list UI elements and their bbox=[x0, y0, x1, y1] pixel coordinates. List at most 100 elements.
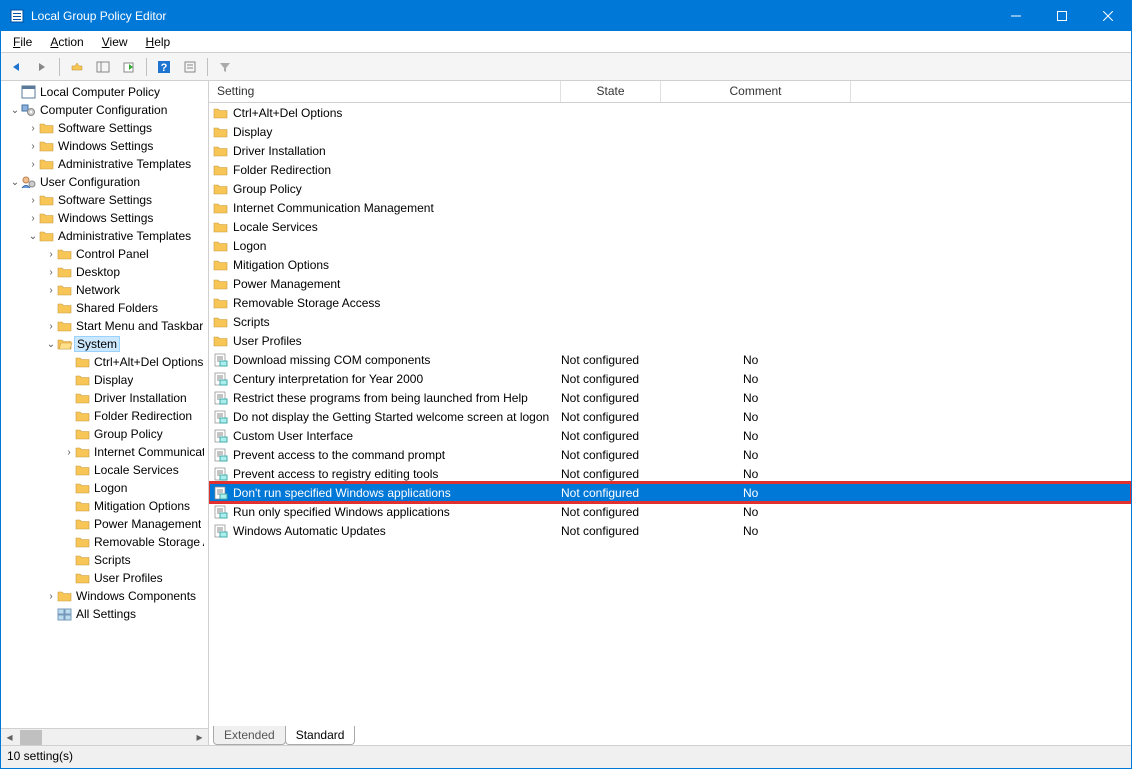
tree-item[interactable]: ›Desktop bbox=[1, 263, 208, 281]
list-row[interactable]: Century interpretation for Year 2000Not … bbox=[209, 369, 1131, 388]
tree-item[interactable]: Scripts bbox=[1, 551, 208, 569]
forward-button[interactable] bbox=[31, 56, 53, 78]
list-row[interactable]: Logon bbox=[209, 236, 1131, 255]
up-button[interactable] bbox=[66, 56, 88, 78]
tree-item[interactable]: Removable Storage Access bbox=[1, 533, 208, 551]
tree-item[interactable]: ›Software Settings bbox=[1, 119, 208, 137]
tree-item[interactable]: ›Internet Communication Management bbox=[1, 443, 208, 461]
menu-file[interactable]: File bbox=[5, 33, 40, 51]
tree-expander-icon[interactable]: ⌄ bbox=[45, 339, 57, 350]
list-row[interactable]: Windows Automatic UpdatesNot configuredN… bbox=[209, 521, 1131, 540]
tree-item[interactable]: ›Windows Settings bbox=[1, 137, 208, 155]
tab-bar: Extended Standard bbox=[209, 723, 1131, 745]
tree-expander-icon[interactable]: › bbox=[27, 213, 39, 224]
tree-expander-icon[interactable]: › bbox=[45, 249, 57, 260]
show-tree-button[interactable] bbox=[92, 56, 114, 78]
tree-expander-icon[interactable]: ⌄ bbox=[9, 105, 21, 116]
list-row[interactable]: Folder Redirection bbox=[209, 160, 1131, 179]
tree-item[interactable]: Power Management bbox=[1, 515, 208, 533]
tree-item[interactable]: Driver Installation bbox=[1, 389, 208, 407]
tree-item[interactable]: ›Windows Components bbox=[1, 587, 208, 605]
tree-item[interactable]: ⌄ Computer Configuration bbox=[1, 101, 208, 119]
tree-expander-icon[interactable]: › bbox=[45, 591, 57, 602]
export-button[interactable] bbox=[118, 56, 140, 78]
list-view[interactable]: Ctrl+Alt+Del OptionsDisplayDriver Instal… bbox=[209, 103, 1131, 723]
tree-item[interactable]: ›Start Menu and Taskbar bbox=[1, 317, 208, 335]
tree-item[interactable]: Group Policy bbox=[1, 425, 208, 443]
folder-icon bbox=[57, 282, 73, 298]
folder-icon bbox=[57, 318, 73, 334]
tree-item[interactable]: ⌄Administrative Templates bbox=[1, 227, 208, 245]
list-row[interactable]: Display bbox=[209, 122, 1131, 141]
cell-comment: No bbox=[743, 410, 863, 424]
back-button[interactable] bbox=[5, 56, 27, 78]
tree-item[interactable]: Display bbox=[1, 371, 208, 389]
tree-expander-icon[interactable]: ⌄ bbox=[27, 231, 39, 242]
tree-horizontal-scrollbar[interactable]: ◂▸ bbox=[1, 728, 208, 745]
cell-comment: No bbox=[743, 448, 863, 462]
list-row[interactable]: Prevent access to registry editing tools… bbox=[209, 464, 1131, 483]
list-row[interactable]: Do not display the Getting Started welco… bbox=[209, 407, 1131, 426]
tab-standard[interactable]: Standard bbox=[285, 726, 356, 745]
list-row[interactable]: Mitigation Options bbox=[209, 255, 1131, 274]
list-row[interactable]: Download missing COM componentsNot confi… bbox=[209, 350, 1131, 369]
tree-expander-icon[interactable]: › bbox=[45, 267, 57, 278]
column-comment[interactable]: Comment bbox=[661, 81, 851, 102]
list-row[interactable]: Don't run specified Windows applications… bbox=[209, 483, 1131, 502]
filter-button[interactable] bbox=[214, 56, 236, 78]
tree-item[interactable]: Folder Redirection bbox=[1, 407, 208, 425]
tree-item[interactable]: User Profiles bbox=[1, 569, 208, 587]
tree-view[interactable]: Local Computer Policy ⌄ Computer Configura… bbox=[1, 81, 208, 728]
tree-expander-icon[interactable]: › bbox=[45, 321, 57, 332]
tree-item[interactable]: Local Computer Policy bbox=[1, 83, 208, 101]
policy-icon bbox=[213, 371, 229, 387]
list-row[interactable]: Removable Storage Access bbox=[209, 293, 1131, 312]
tree-item[interactable]: ›Control Panel bbox=[1, 245, 208, 263]
list-row[interactable]: User Profiles bbox=[209, 331, 1131, 350]
menu-help[interactable]: Help bbox=[138, 33, 179, 51]
tree-item[interactable]: ›Administrative Templates bbox=[1, 155, 208, 173]
tree-item[interactable]: Mitigation Options bbox=[1, 497, 208, 515]
list-row[interactable]: Custom User InterfaceNot configuredNo bbox=[209, 426, 1131, 445]
minimize-button[interactable] bbox=[993, 1, 1039, 31]
list-row[interactable]: Locale Services bbox=[209, 217, 1131, 236]
list-row[interactable]: Scripts bbox=[209, 312, 1131, 331]
tree-item[interactable]: ⌄User Configuration bbox=[1, 173, 208, 191]
list-row[interactable]: Internet Communication Management bbox=[209, 198, 1131, 217]
tree-item[interactable]: Logon bbox=[1, 479, 208, 497]
tree-label: Computer Configuration bbox=[40, 103, 167, 117]
tree-item[interactable]: ›Network bbox=[1, 281, 208, 299]
tree-expander-icon[interactable]: › bbox=[27, 159, 39, 170]
tree-item[interactable]: Ctrl+Alt+Del Options bbox=[1, 353, 208, 371]
menu-view[interactable]: View bbox=[94, 33, 136, 51]
close-button[interactable] bbox=[1085, 1, 1131, 31]
tree-expander-icon[interactable]: › bbox=[27, 195, 39, 206]
tree-expander-icon[interactable]: › bbox=[27, 141, 39, 152]
tree-item[interactable]: All Settings bbox=[1, 605, 208, 623]
list-row[interactable]: Restrict these programs from being launc… bbox=[209, 388, 1131, 407]
help-button[interactable]: ? bbox=[153, 56, 175, 78]
menu-action[interactable]: Action bbox=[42, 33, 91, 51]
properties-button[interactable] bbox=[179, 56, 201, 78]
tree-expander-icon[interactable]: › bbox=[27, 123, 39, 134]
list-row[interactable]: Power Management bbox=[209, 274, 1131, 293]
list-row[interactable]: Prevent access to the command promptNot … bbox=[209, 445, 1131, 464]
tree-item[interactable]: ›Windows Settings bbox=[1, 209, 208, 227]
tree-item[interactable]: ›Software Settings bbox=[1, 191, 208, 209]
tab-extended[interactable]: Extended bbox=[213, 726, 286, 745]
console-icon bbox=[21, 84, 37, 100]
tree-item[interactable]: ⌄System bbox=[1, 335, 208, 353]
list-row[interactable]: Run only specified Windows applicationsN… bbox=[209, 502, 1131, 521]
tree-expander-icon[interactable]: › bbox=[63, 447, 75, 458]
tree-expander-icon[interactable]: › bbox=[45, 285, 57, 296]
column-setting[interactable]: Setting bbox=[209, 81, 561, 102]
maximize-button[interactable] bbox=[1039, 1, 1085, 31]
tree-item[interactable]: Shared Folders bbox=[1, 299, 208, 317]
tree-expander-icon[interactable]: ⌄ bbox=[9, 177, 21, 188]
column-state[interactable]: State bbox=[561, 81, 661, 102]
tree-item[interactable]: Locale Services bbox=[1, 461, 208, 479]
list-row[interactable]: Group Policy bbox=[209, 179, 1131, 198]
list-row[interactable]: Ctrl+Alt+Del Options bbox=[209, 103, 1131, 122]
tree-label: Removable Storage Access bbox=[94, 535, 204, 549]
list-row[interactable]: Driver Installation bbox=[209, 141, 1131, 160]
